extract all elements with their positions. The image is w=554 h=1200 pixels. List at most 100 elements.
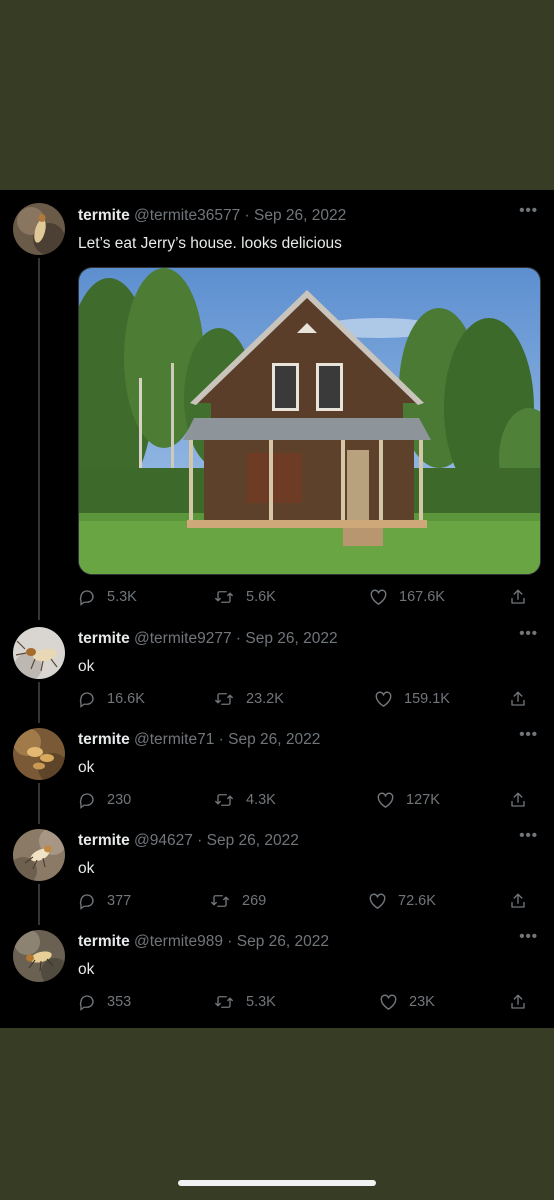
top-background-band — [0, 0, 554, 190]
tweet-actions: 377 269 72.6K — [78, 892, 538, 916]
heart-icon — [369, 893, 386, 909]
reply-count: 377 — [107, 893, 132, 909]
retweet-icon — [215, 996, 233, 1008]
more-options-icon[interactable]: ••• — [519, 202, 538, 219]
timestamp[interactable]: Sep 26, 2022 — [254, 207, 346, 224]
tweet-2[interactable]: termite @termite9277 · Sep 26, 2022 ••• … — [0, 622, 554, 723]
heart-icon — [380, 994, 397, 1010]
reply-count: 353 — [107, 994, 132, 1010]
retweet-count: 5.3K — [246, 994, 276, 1010]
tweet-text: ok — [78, 860, 95, 877]
like-button[interactable]: 23K — [379, 993, 435, 1011]
like-count: 167.6K — [399, 589, 445, 605]
display-name[interactable]: termite — [78, 933, 130, 950]
reply-button[interactable]: 230 — [78, 791, 131, 809]
more-options-icon[interactable]: ••• — [519, 928, 538, 945]
retweet-count: 269 — [242, 893, 267, 909]
like-button[interactable]: 159.1K — [374, 690, 450, 708]
reply-count: 16.6K — [107, 691, 145, 707]
timestamp[interactable]: Sep 26, 2022 — [237, 933, 329, 950]
avatar[interactable] — [13, 203, 65, 255]
like-count: 127K — [406, 792, 440, 808]
home-indicator[interactable] — [178, 1180, 376, 1186]
tweet-header: termite @termite71 · Sep 26, 2022 — [78, 731, 320, 749]
retweet-icon — [215, 693, 233, 705]
share-button[interactable] — [509, 588, 538, 606]
retweet-icon — [215, 591, 233, 603]
share-icon — [511, 792, 525, 807]
heart-icon — [370, 589, 387, 605]
like-button[interactable]: 127K — [376, 791, 440, 809]
thread-connector — [38, 783, 40, 824]
reply-button[interactable]: 5.3K — [78, 588, 137, 606]
like-button[interactable]: 167.6K — [369, 588, 445, 606]
share-icon — [511, 589, 525, 604]
thread-connector — [38, 682, 40, 723]
reply-count: 230 — [107, 792, 132, 808]
tweet-actions: 353 5.3K 23K — [78, 993, 538, 1017]
timestamp[interactable]: Sep 26, 2022 — [228, 731, 320, 748]
retweet-button[interactable]: 23.2K — [213, 690, 284, 708]
handle[interactable]: @termite71 — [134, 731, 214, 748]
share-button[interactable] — [509, 791, 538, 809]
tweet-text: Let’s eat Jerry’s house. looks delicious — [78, 235, 342, 252]
reply-icon — [79, 793, 94, 809]
handle[interactable]: @termite9277 — [134, 630, 232, 647]
tweet-image[interactable] — [78, 267, 541, 575]
thread-connector — [38, 884, 40, 925]
share-button[interactable] — [509, 993, 538, 1011]
handle[interactable]: @termite36577 — [134, 207, 240, 224]
tweet-thread: termite @termite36577 · Sep 26, 2022 •••… — [0, 190, 554, 1028]
display-name[interactable]: termite — [78, 630, 130, 647]
thread-connector — [38, 258, 40, 620]
separator-dot: · — [227, 933, 233, 950]
like-count: 23K — [409, 994, 435, 1010]
retweet-button[interactable]: 5.3K — [213, 993, 276, 1011]
separator-dot: · — [235, 630, 242, 647]
tweet-1[interactable]: termite @termite36577 · Sep 26, 2022 •••… — [0, 190, 554, 622]
retweet-icon — [211, 895, 229, 907]
tweet-4[interactable]: termite @94627 · Sep 26, 2022 ••• ok 377… — [0, 824, 554, 925]
display-name[interactable]: termite — [78, 207, 130, 224]
display-name[interactable]: termite — [78, 731, 130, 748]
handle[interactable]: @termite989 — [134, 933, 223, 950]
reply-button[interactable]: 353 — [78, 993, 131, 1011]
like-button[interactable]: 72.6K — [368, 892, 436, 910]
avatar[interactable] — [13, 829, 65, 881]
bottom-background-band — [0, 1028, 554, 1200]
share-button[interactable] — [509, 892, 538, 910]
house-photo — [79, 268, 540, 574]
share-icon — [511, 893, 525, 908]
more-options-icon[interactable]: ••• — [519, 625, 538, 642]
retweet-button[interactable]: 5.6K — [213, 588, 276, 606]
timestamp[interactable]: Sep 26, 2022 — [245, 630, 337, 647]
reply-icon — [79, 894, 94, 910]
handle[interactable]: @94627 — [134, 832, 193, 849]
reply-count: 5.3K — [107, 589, 137, 605]
avatar[interactable] — [13, 627, 65, 679]
timestamp[interactable]: Sep 26, 2022 — [207, 832, 299, 849]
display-name[interactable]: termite — [78, 832, 130, 849]
retweet-button[interactable]: 4.3K — [213, 791, 276, 809]
tweet-5[interactable]: termite @termite989 · Sep 26, 2022 ••• o… — [0, 925, 554, 1028]
tweet-text: ok — [78, 759, 95, 776]
more-options-icon[interactable]: ••• — [519, 726, 538, 743]
tweet-3[interactable]: termite @termite71 · Sep 26, 2022 ••• ok… — [0, 723, 554, 824]
share-icon — [511, 691, 525, 706]
separator-dot: · — [197, 832, 203, 849]
more-options-icon[interactable]: ••• — [519, 827, 538, 844]
tweet-text: ok — [78, 961, 95, 978]
share-button[interactable] — [509, 690, 538, 708]
avatar[interactable] — [13, 728, 65, 780]
reply-icon — [79, 995, 94, 1011]
tweet-text: ok — [78, 658, 95, 675]
reply-icon — [79, 590, 94, 606]
reply-button[interactable]: 16.6K — [78, 690, 145, 708]
reply-icon — [79, 692, 94, 708]
avatar[interactable] — [13, 930, 65, 982]
heart-icon — [377, 792, 394, 808]
reply-button[interactable]: 377 — [78, 892, 131, 910]
like-count: 159.1K — [404, 691, 450, 707]
retweet-button[interactable]: 269 — [209, 892, 266, 910]
retweet-icon — [215, 794, 233, 806]
